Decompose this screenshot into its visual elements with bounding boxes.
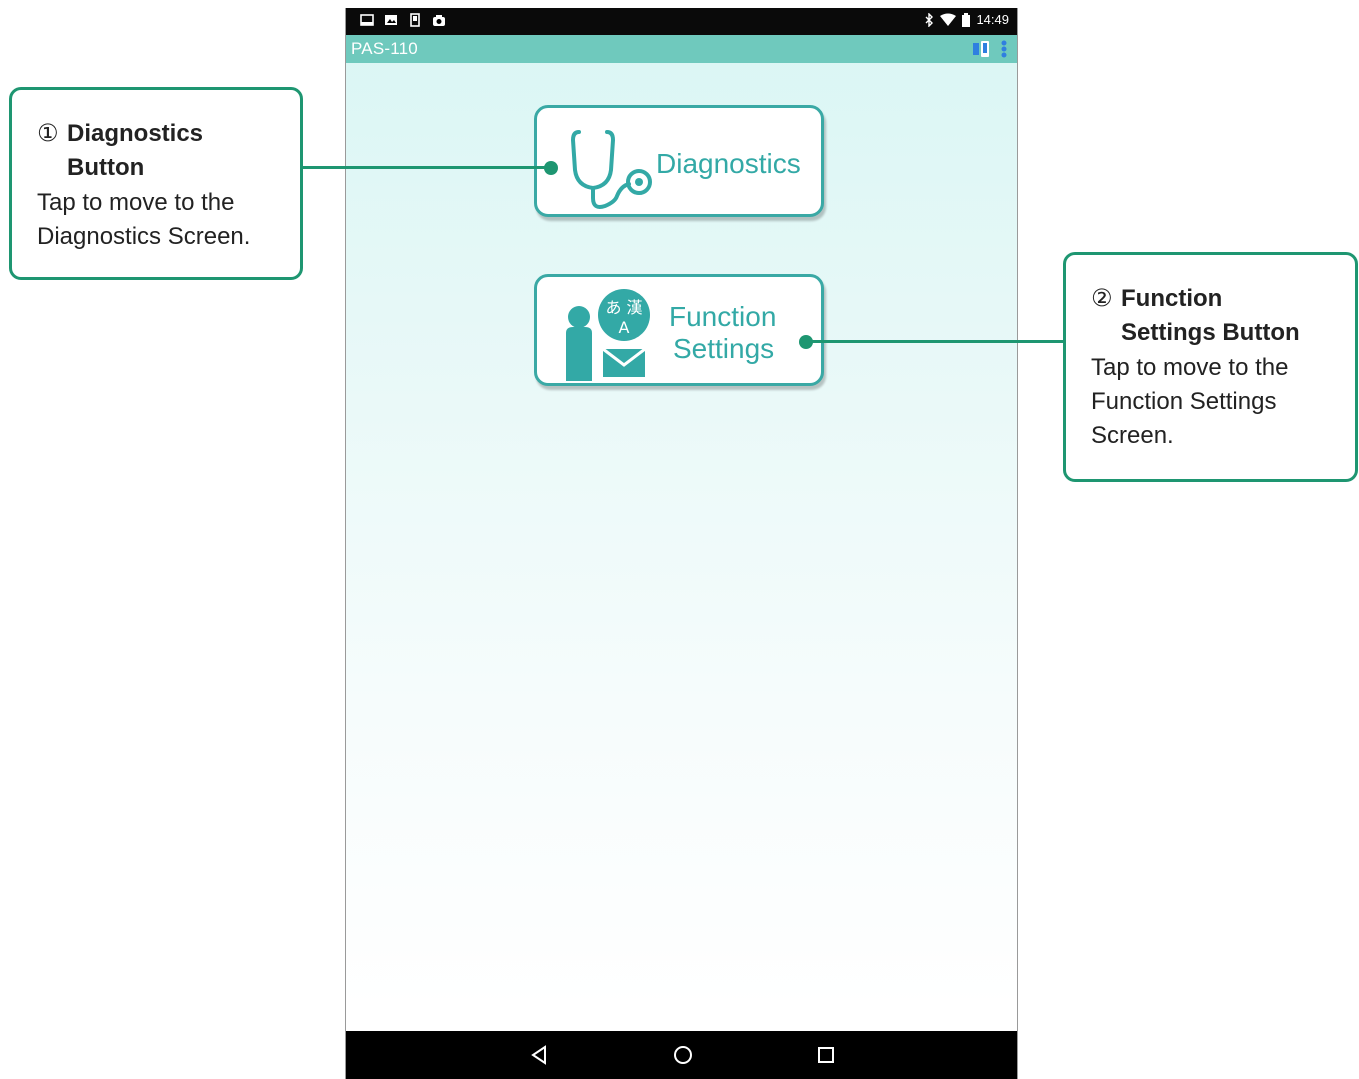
menu-icon[interactable] bbox=[997, 39, 1011, 59]
function-label-line2: Settings bbox=[673, 333, 775, 364]
status-time: 14:49 bbox=[976, 12, 1009, 27]
callout-description: Tap to move to the Function Settings Scr… bbox=[1091, 354, 1289, 449]
callout-number: ② bbox=[1091, 285, 1113, 312]
device-connection-icon[interactable] bbox=[971, 39, 991, 59]
recents-icon[interactable] bbox=[816, 1045, 836, 1065]
app-bar: PAS-110 bbox=[346, 35, 1017, 63]
gallery-notification-icon bbox=[385, 15, 397, 25]
function-settings-leader-line bbox=[806, 340, 1063, 343]
diagnostics-leader-line bbox=[303, 166, 551, 169]
diagnostics-button[interactable]: Diagnostics bbox=[534, 105, 824, 217]
language-letter-a: A bbox=[619, 318, 630, 337]
diagnostics-callout: ① Diagnostics Button Tap to move to the … bbox=[9, 87, 303, 280]
callout-description: Tap to move to the Diagnostics Screen. bbox=[37, 189, 251, 250]
home-icon[interactable] bbox=[672, 1045, 694, 1065]
back-icon[interactable] bbox=[529, 1045, 549, 1065]
callout-title: Function Settings Button bbox=[1121, 285, 1300, 346]
screenshot-notification-icon bbox=[360, 14, 374, 26]
function-settings-leader-dot bbox=[799, 335, 813, 349]
bluetooth-icon bbox=[925, 12, 934, 27]
stethoscope-icon bbox=[570, 130, 652, 209]
callout-title: Diagnostics Button bbox=[67, 120, 204, 181]
battery-icon bbox=[962, 12, 971, 27]
callout-number: ① bbox=[37, 120, 59, 147]
person-language-mail-icon: あ 漢 A bbox=[566, 289, 650, 381]
function-label-line1: Function bbox=[669, 301, 777, 332]
app-title: PAS-110 bbox=[351, 39, 418, 58]
function-settings-callout: ② Function Settings Button Tap to move t… bbox=[1063, 252, 1358, 482]
diagnostics-leader-dot bbox=[544, 161, 558, 175]
diagnostics-label: Diagnostics bbox=[656, 148, 801, 179]
camera-notification-icon bbox=[433, 15, 445, 26]
status-bar: 14:49 bbox=[346, 8, 1017, 35]
navigation-bar bbox=[346, 1031, 1017, 1079]
function-settings-button[interactable]: あ 漢 A Function Settings bbox=[534, 274, 824, 386]
language-letters: あ 漢 bbox=[605, 298, 642, 317]
phone-notification-icon bbox=[410, 13, 420, 27]
wifi-icon bbox=[940, 13, 957, 26]
